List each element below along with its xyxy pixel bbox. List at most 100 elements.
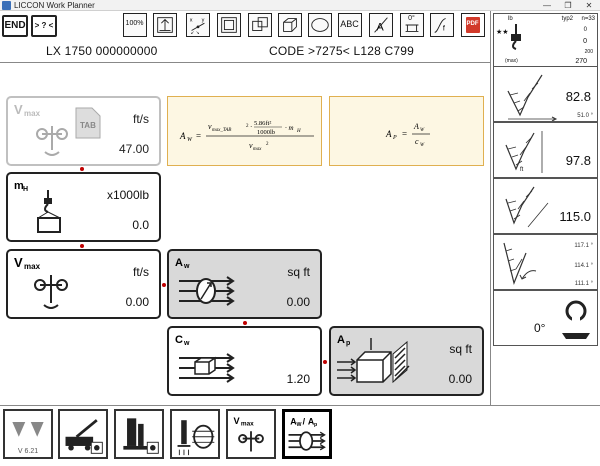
connector-dot: [162, 283, 166, 287]
svg-text:=: =: [196, 131, 201, 141]
slewing-icon: [562, 300, 590, 339]
fit-view-icon[interactable]: [153, 13, 177, 37]
ellipse-icon[interactable]: [308, 13, 332, 37]
app-icon: [2, 1, 11, 10]
ap-value: 0.00: [448, 372, 472, 386]
boom-height-panel[interactable]: ft 97.8: [493, 122, 598, 178]
projected-area-icon: A p: [335, 330, 415, 392]
letter-a-icon[interactable]: A: [369, 13, 393, 37]
luffing-angle-icon: [503, 242, 537, 285]
vmax-tab-sub: max: [24, 109, 41, 118]
angle-min: 111.1 °: [574, 281, 593, 287]
aw-num-c: · m: [285, 124, 294, 132]
tab-label: TAB: [80, 121, 96, 130]
maximize-button[interactable]: ❐: [558, 0, 578, 11]
load-unit: lb: [508, 16, 513, 22]
value-3: 200: [584, 49, 593, 55]
ap-sub: p: [346, 340, 350, 347]
ap-lhs: A: [385, 129, 392, 139]
version-label: V 6.21: [17, 448, 39, 455]
wind-area-icon: A w: [173, 253, 243, 315]
hook-icon: [511, 24, 521, 50]
vmax-sub: max: [24, 262, 41, 271]
aw-num-c-sub: H: [296, 129, 301, 134]
value-1: 0: [583, 27, 587, 33]
angle-max: 117.1 °: [574, 243, 593, 249]
angle-current: 114.1 °: [574, 263, 593, 269]
vmax-value: 0.00: [125, 295, 149, 309]
awap-sub2: p: [314, 422, 317, 428]
length-value: 115.0: [559, 209, 591, 224]
crane-truck-icon: [65, 419, 103, 454]
frame-icon[interactable]: [217, 13, 241, 37]
value-2: 0: [583, 38, 587, 45]
drag-coefficient-icon: C w: [173, 330, 243, 392]
counterweight-icon: [123, 418, 159, 454]
aw-ap-button[interactable]: A W / A p: [282, 409, 332, 459]
level-angle-button[interactable]: 0°: [400, 13, 424, 37]
divider: [0, 62, 490, 63]
aw-card[interactable]: A w sq ft 0.00: [167, 249, 322, 319]
boom-radius-panel[interactable]: 82.8 51.0 °: [493, 66, 598, 122]
slewing-panel[interactable]: 0°: [493, 290, 598, 346]
end-button[interactable]: END: [2, 15, 28, 37]
aw-num-b-bot: 1000lb: [257, 129, 275, 136]
mh-value: 0.0: [132, 218, 149, 232]
svg-text:·: ·: [250, 123, 252, 131]
boom-height-icon: [505, 131, 543, 173]
connector-dot: [323, 360, 327, 364]
cube-icon[interactable]: [278, 13, 302, 37]
ap-den: c: [415, 137, 419, 146]
connector-dot: [80, 167, 84, 171]
value-4: 270: [575, 58, 587, 65]
curve-icon[interactable]: f: [430, 13, 454, 37]
close-button[interactable]: ✕: [579, 0, 599, 11]
minimize-button[interactable]: —: [537, 0, 557, 11]
angle-range-panel[interactable]: 117.1 ° 114.1 ° 111.1 °: [493, 234, 598, 290]
mh-card[interactable]: m H x1000lb 0.0: [6, 172, 161, 242]
crane-config-button[interactable]: [58, 409, 108, 459]
title-bar: LICCON Work Planner — ❐ ✕: [0, 0, 600, 11]
vmax-card[interactable]: V max ft/s 0.00: [6, 249, 161, 319]
ap-num-sub: W: [420, 128, 425, 133]
coordinate-icon[interactable]: x y ↙ ↘: [186, 13, 210, 37]
vmax-tab-card[interactable]: V max TAB ft/s 47.00: [6, 96, 161, 166]
text-button[interactable]: ABC: [338, 13, 362, 37]
type-label: typ2: [561, 16, 573, 22]
wind-speed-icon: V max: [12, 253, 82, 315]
info-bar: LX 1750 000000000 CODE >7275< L128 C799: [0, 40, 490, 62]
load-info-panel: lb ★★ (max) typ2 n=33 0 0 200 270: [493, 13, 598, 71]
awap-sep: /: [303, 416, 306, 426]
boom-length-panel[interactable]: 115.0: [493, 178, 598, 234]
mh-unit: x1000lb: [106, 188, 149, 202]
model-serial: LX 1750 000000000: [46, 44, 158, 58]
ap-lhs-sub: P: [392, 135, 397, 141]
vmax-btn-label: V: [234, 416, 241, 426]
code-config: CODE >7275< L128 C799: [269, 44, 414, 58]
pdf-export-button[interactable]: PDF: [461, 13, 485, 37]
zoom-100-button[interactable]: 100%: [123, 13, 147, 37]
cw-card[interactable]: C w 1.20: [167, 326, 322, 396]
svg-text:y: y: [202, 17, 205, 23]
overlap-icon[interactable]: [248, 13, 272, 37]
vmax-tab-symbol: V: [14, 102, 23, 117]
help-button[interactable]: > ? <: [31, 15, 57, 37]
wind-load-button[interactable]: [170, 409, 220, 459]
aw-sub: w: [183, 263, 190, 270]
svg-text:=: =: [402, 129, 407, 139]
aw-num-b-top: 5.86ft²: [254, 120, 271, 127]
ap-num: A: [413, 122, 419, 131]
vmax-button[interactable]: V max: [226, 409, 276, 459]
awap-sub1: W: [296, 422, 301, 428]
count-label: n=33: [581, 16, 595, 22]
text-label: ABC: [340, 19, 359, 29]
connector-dot: [243, 321, 247, 325]
ap-card[interactable]: A p sq ft 0.00: [329, 326, 484, 396]
down-nav-button[interactable]: V 6.21: [3, 409, 53, 459]
connector-dot: [80, 244, 84, 248]
ap-den-sub: W: [420, 143, 425, 148]
vmax-symbol: V: [14, 255, 23, 270]
ballast-button[interactable]: [114, 409, 164, 459]
ap-formula-panel: A P = A W c W: [329, 96, 484, 166]
cw-sub: w: [183, 340, 190, 347]
